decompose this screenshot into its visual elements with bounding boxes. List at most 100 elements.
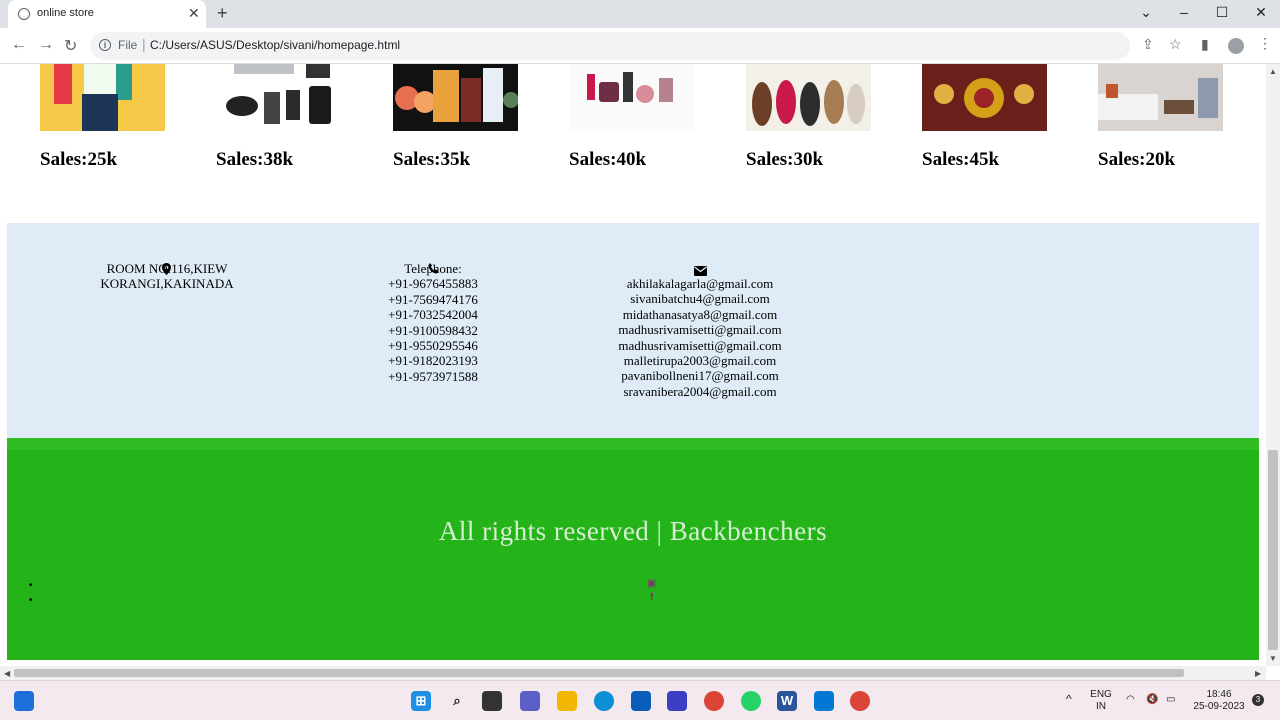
product-card: Sales:30k [746, 64, 871, 170]
jewellery-photo[interactable] [922, 64, 1047, 131]
scroll-left-arrow[interactable]: ◀ [4, 669, 10, 678]
horizontal-scroll-thumb[interactable] [14, 669, 1184, 677]
product-card: Sales:35k [393, 64, 519, 170]
telephone-block: Telephone: +91-9676455883 +91-7569474176… [367, 261, 499, 384]
region-code: IN [1096, 701, 1106, 712]
url-separator: | [142, 36, 146, 52]
vertical-scrollbar[interactable]: ▲ ▼ [1266, 64, 1280, 666]
edge-icon[interactable] [594, 691, 614, 711]
instagram-icon[interactable]: ▣ [647, 577, 656, 591]
social-links: ▣ f [647, 577, 656, 605]
search-icon[interactable]: ⌕ [447, 691, 467, 711]
clock-time: 18:46 [1206, 689, 1232, 700]
address-line: KORANGI,KAKINADA [100, 276, 234, 292]
phone-number: +91-9550295546 [388, 338, 478, 354]
vscode-icon[interactable] [814, 691, 834, 711]
globe-icon [18, 8, 30, 20]
email-address: akhilakalagarla@gmail.com [626, 276, 774, 291]
electronics-gadgets-photo[interactable] [216, 64, 341, 131]
footwear-photo[interactable] [746, 64, 871, 131]
phone-number: +91-7569474176 [388, 291, 478, 307]
task-view-icon[interactable] [482, 691, 502, 711]
profile-avatar[interactable] [1228, 38, 1244, 54]
language-code: ENG [1090, 689, 1112, 700]
product-card: Sales:40k [569, 64, 694, 170]
phone-number: +91-7032542004 [388, 307, 478, 323]
phone-number: +91-9100598432 [388, 322, 478, 338]
copyright-text: All rights reserved | Backbenchers [438, 516, 828, 546]
sales-label: Sales:25k [40, 149, 118, 170]
scroll-down-arrow[interactable]: ▼ [1269, 654, 1277, 663]
email-address: pavanibollneni17@gmail.com [621, 368, 779, 384]
tab-strip: online store ✕ + ⌄ – ☐ ✕ [0, 0, 1280, 28]
notification-badge[interactable]: 3 [1252, 694, 1264, 706]
file-explorer-icon[interactable] [557, 691, 577, 711]
footer-top-strip [7, 438, 1259, 450]
vertical-scroll-thumb[interactable] [1268, 450, 1278, 650]
pen-app-icon[interactable] [667, 691, 687, 711]
whatsapp-icon[interactable] [741, 691, 761, 711]
email-address: sivanibatchu4@gmail.com [630, 291, 770, 307]
contact-section: ROOM NO:116,KIEW KORANGI,KAKINADA Teleph… [7, 223, 1259, 438]
maximize-button[interactable]: ☐ [1207, 4, 1237, 21]
language-indicator[interactable]: ENG IN [1090, 689, 1112, 713]
address-block: ROOM NO:116,KIEW KORANGI,KAKINADA [96, 261, 238, 292]
share-icon[interactable]: ⇪ [1142, 36, 1154, 53]
word-icon[interactable]: W [777, 691, 797, 711]
reload-button[interactable]: ↻ [64, 36, 77, 56]
groceries-photo[interactable] [393, 64, 519, 131]
bookmark-star-icon[interactable]: ☆ [1169, 36, 1182, 53]
side-panel-icon[interactable]: ▮ [1201, 36, 1209, 53]
url-scheme-label: File [118, 38, 138, 52]
phone-number: +91-9573971588 [388, 368, 478, 384]
phone-number: +91-9676455883 [388, 276, 478, 292]
start-icon[interactable]: ⊞ [411, 691, 431, 711]
email-address: midathanasatya8@gmail.com [622, 306, 778, 322]
widgets-icon[interactable] [14, 691, 34, 711]
facebook-icon[interactable]: f [647, 591, 656, 605]
chrome-icon[interactable] [704, 691, 724, 711]
browser-tab[interactable]: online store ✕ [8, 0, 206, 28]
close-window-button[interactable]: ✕ [1246, 4, 1276, 21]
url-text[interactable]: C:/Users/ASUS/Desktop/sivani/homepage.ht… [150, 38, 400, 52]
browser-toolbar: ← → ↻ i File | C:/Users/ASUS/Desktop/siv… [0, 28, 1280, 64]
products-row: Sales:25k Sales:38k Sales:35k Sales:40k … [0, 64, 1266, 204]
list-bullet: • [29, 595, 33, 606]
scroll-up-arrow[interactable]: ▲ [1269, 67, 1277, 76]
forward-button[interactable]: → [38, 36, 54, 54]
shopping-fashion-photo[interactable] [40, 64, 165, 131]
store-icon[interactable] [631, 691, 651, 711]
menu-icon[interactable]: ⋮ [1258, 35, 1272, 52]
chevron-down-icon[interactable]: ⌄ [1131, 4, 1161, 21]
new-tab-button[interactable]: + [217, 3, 228, 24]
battery-icon[interactable]: ▭ [1166, 694, 1175, 706]
info-icon[interactable]: i [99, 39, 111, 51]
sales-label: Sales:30k [746, 149, 824, 170]
furniture-photo[interactable] [1098, 64, 1223, 131]
page-viewport: Sales:25k Sales:38k Sales:35k Sales:40k … [0, 64, 1266, 666]
list-bullet: • [29, 580, 33, 591]
chevron-up-icon[interactable]: ^ [1066, 693, 1072, 705]
footer-list: • • [29, 578, 33, 608]
scroll-right-arrow[interactable]: ▶ [1255, 669, 1261, 678]
close-tab-icon[interactable]: ✕ [188, 5, 200, 22]
site-footer: All rights reserved | Backbenchers • • ▣… [7, 438, 1259, 660]
clock-date: 25-09-2023 [1193, 701, 1245, 712]
wifi-icon[interactable]: ◠ [1126, 694, 1135, 706]
minimize-button[interactable]: – [1169, 4, 1199, 20]
cosmetics-photo[interactable] [569, 64, 694, 131]
address-line: ROOM NO:116,KIEW [106, 261, 228, 276]
chrome-active-icon[interactable] [850, 691, 870, 711]
speaker-muted-icon[interactable]: 🔇 [1146, 694, 1158, 706]
email-address: malletirupa2003@gmail.com [623, 353, 777, 369]
back-button[interactable]: ← [11, 36, 27, 54]
clock[interactable]: 18:46 25-09-2023 [1190, 689, 1248, 713]
tab-title: online store [37, 7, 94, 19]
email-address: madhusrivamisetti@gmail.com [618, 337, 782, 353]
horizontal-scrollbar[interactable]: ◀ ▶ [0, 666, 1266, 680]
address-bar[interactable]: i File | C:/Users/ASUS/Desktop/sivani/ho… [90, 32, 1182, 60]
product-card: Sales:45k [922, 64, 1047, 170]
email-address: sravanibera2004@gmail.com [623, 383, 777, 399]
phone-number: +91-9182023193 [388, 353, 478, 369]
chat-icon[interactable] [520, 691, 540, 711]
